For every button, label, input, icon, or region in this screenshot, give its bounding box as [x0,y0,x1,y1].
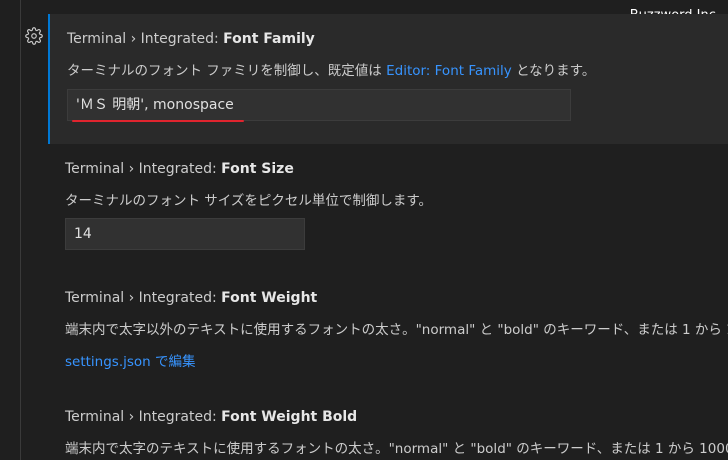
setting-description: 端末内で太字以外のテキストに使用するフォントの太さ。"normal" と "bo… [65,322,728,338]
setting-title: Terminal › Integrated: Font Weight Bold [65,409,357,425]
left-divider [20,0,21,460]
setting-name: Font Size [221,161,294,177]
description-text-suffix: となります。 [511,63,596,79]
setting-font-weight-bold[interactable]: Terminal › Integrated: Font Weight Bold … [48,393,728,460]
setting-category: Terminal › Integrated: [65,161,222,177]
settings-editor: Buzzword Inc. Terminal › Integrated: Fon… [0,0,728,460]
editor-font-family-link[interactable]: Editor: Font Family [386,63,512,79]
setting-name: Font Family [223,31,315,47]
setting-name: Font Weight [221,290,318,306]
setting-category: Terminal › Integrated: [65,290,222,306]
setting-font-family[interactable]: Terminal › Integrated: Font Family ターミナル… [48,14,728,144]
setting-category: Terminal › Integrated: [67,31,224,47]
setting-font-size[interactable]: Terminal › Integrated: Font Size ターミナルのフ… [48,144,728,269]
edit-in-settings-json-link[interactable]: settings.json で編集 [65,350,196,370]
setting-title: Terminal › Integrated: Font Weight [65,290,317,306]
font-size-input[interactable]: 14 [65,218,305,250]
annotation-underline [72,120,244,122]
setting-category: Terminal › Integrated: [65,409,222,425]
setting-title: Terminal › Integrated: Font Family [67,31,315,47]
setting-title: Terminal › Integrated: Font Size [65,161,294,177]
setting-font-weight[interactable]: Terminal › Integrated: Font Weight 端末内で太… [48,274,728,389]
description-text: ターミナルのフォント ファミリを制御し、既定値は [67,63,387,79]
setting-description: ターミナルのフォント サイズをピクセル単位で制御します。 [65,193,433,209]
gear-icon[interactable] [24,26,44,46]
font-family-input[interactable]: 'ＭＳ 明朝', monospace [67,89,571,121]
setting-name: Font Weight Bold [221,409,358,425]
setting-description: 端末内で太字のテキストに使用するフォントの太さ。"normal" と "bold… [65,441,728,457]
setting-description: ターミナルのフォント ファミリを制御し、既定値は Editor: Font Fa… [67,59,595,79]
